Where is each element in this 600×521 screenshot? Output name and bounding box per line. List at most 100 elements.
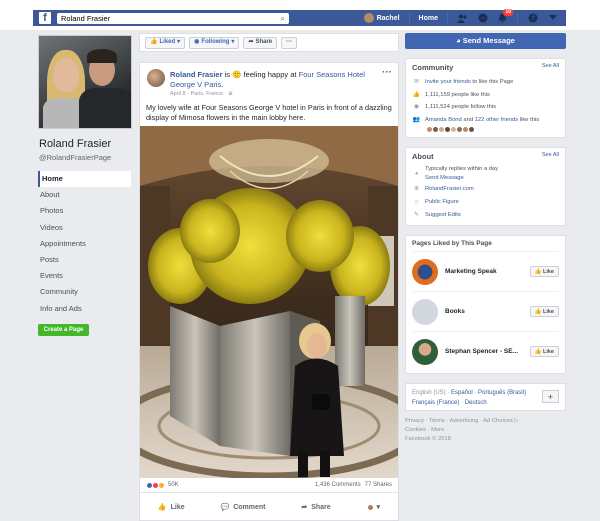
about-send-message[interactable]: Send Message	[425, 175, 464, 181]
globe-icon: ⊕	[228, 91, 233, 97]
facebook-logo[interactable]: f	[39, 12, 51, 24]
more-button[interactable]: ···	[281, 36, 298, 49]
language-link[interactable]: Español	[451, 390, 473, 396]
nav-info-ads[interactable]: Info and Ads	[38, 301, 133, 317]
send-message-label: Send Message	[462, 36, 515, 45]
messenger-icon[interactable]	[477, 13, 488, 24]
reaction-count[interactable]: 50K	[168, 482, 179, 488]
nav-videos[interactable]: Videos	[38, 220, 133, 236]
create-page-button[interactable]: Create a Page	[38, 323, 89, 336]
nav-home[interactable]: Home	[38, 171, 131, 188]
rss-icon: ◉	[194, 39, 200, 45]
page-name[interactable]: Marketing Speak	[445, 268, 530, 275]
footer: Privacy · Terms · Advertising · Ad Choic…	[405, 417, 566, 444]
chevron-down-icon[interactable]	[547, 13, 558, 24]
page-row: Stephan Spencer - SE... 👍 Like	[412, 331, 559, 371]
suggest-edits-link[interactable]: Suggest Edits	[425, 209, 461, 222]
page-name[interactable]: Stephan Spencer - SE...	[445, 348, 530, 355]
page-logo[interactable]	[412, 298, 438, 325]
friend-link[interactable]: Amanda Bond	[425, 114, 462, 127]
add-language-button[interactable]: +	[542, 390, 559, 404]
other-friends-link[interactable]: 122 other friends	[475, 114, 519, 127]
share-label: Share	[311, 503, 331, 511]
search-icon[interactable]: ⌕	[281, 14, 285, 24]
website-link[interactable]: RolandFrasier.com	[425, 183, 474, 196]
page-logo[interactable]	[412, 258, 438, 285]
page-logo[interactable]	[412, 338, 438, 365]
post-photo-image	[140, 126, 398, 478]
likes-count: 1,111,159 people like this	[425, 91, 490, 98]
page-like-button[interactable]: 👍 Like	[529, 306, 559, 318]
like-button[interactable]: 👍 Like	[158, 503, 185, 512]
home-link[interactable]: Home	[419, 15, 438, 22]
liked-button[interactable]: 👍 Liked ▾	[145, 36, 186, 49]
page-name[interactable]: Books	[445, 308, 530, 315]
notifications-icon[interactable]: 10	[497, 8, 513, 24]
invite-row: ✉ Invite your friends to like this Page	[412, 76, 559, 89]
nav-events[interactable]: Events	[38, 268, 133, 284]
friend-requests-icon[interactable]	[457, 13, 468, 24]
nav-divider	[408, 13, 410, 23]
profile-link[interactable]: Rachel	[363, 13, 400, 23]
nav-about[interactable]: About	[38, 187, 133, 203]
following-button[interactable]: ◉ Following ▾	[189, 36, 240, 49]
comment-label: Comment	[233, 503, 266, 511]
nav-posts[interactable]: Posts	[38, 252, 133, 268]
footer-links[interactable]: Privacy · Terms · Advertising · Ad Choic…	[405, 417, 566, 426]
language-link[interactable]: Français (France)	[412, 400, 459, 406]
page-handle[interactable]: @RolandFrasierPage	[39, 153, 133, 162]
share-page-button[interactable]: ➦ Share	[243, 36, 278, 49]
post-title: Roland Frasier is 🙂 feeling happy at Fou…	[170, 70, 365, 89]
language-link[interactable]: Português (Brasil)	[478, 390, 526, 396]
right-column: ◕ Send Message Community See All ✉ Invite …	[405, 33, 566, 444]
follows-count: 1,111,524 people follow this	[425, 104, 497, 111]
left-column: Roland Frasier @RolandFrasierPage Home A…	[38, 35, 133, 336]
category-link[interactable]: Public Figure	[425, 196, 459, 209]
post-options-icon[interactable]: ···	[382, 67, 392, 78]
language-link[interactable]: Deutsch	[465, 400, 487, 406]
page-title: Roland Frasier	[39, 138, 112, 150]
nav-photos[interactable]: Photos	[38, 203, 133, 219]
author-avatar[interactable]	[147, 69, 165, 87]
nav-community[interactable]: Community	[38, 284, 133, 300]
post-is: is	[224, 70, 231, 79]
footer-links[interactable]: Cookies · More ·	[405, 426, 566, 435]
invite-link[interactable]: Invite your friends	[425, 76, 471, 89]
page-action-bar: 👍 Liked ▾ ◉ Following ▾ ➦ Share ···	[139, 33, 399, 52]
avatar	[363, 13, 374, 23]
liked-label: Liked	[159, 39, 176, 45]
nav-appointments[interactable]: Appointments	[38, 236, 133, 252]
following-label: Following	[201, 39, 230, 45]
comment-count[interactable]: 1,436 Comments	[315, 482, 361, 488]
post-meta: April 8 · Paris, France · ⊕	[170, 91, 233, 97]
send-message-button[interactable]: ◕ Send Message	[405, 33, 566, 49]
reply-time: Typically replies within a day	[425, 166, 499, 173]
share-count[interactable]: 77 Shares	[365, 482, 392, 488]
share-button[interactable]: ➦ Share	[301, 503, 331, 512]
like-label: Like	[170, 503, 185, 511]
comment-button[interactable]: 💬 Comment	[221, 503, 266, 512]
community-see-all[interactable]: See All	[542, 63, 559, 72]
notification-badge: 10	[503, 8, 513, 16]
page-like-label: Like	[542, 309, 554, 316]
post-photo[interactable]	[140, 126, 398, 478]
profile-photo[interactable]	[38, 35, 132, 129]
reaction-picker[interactable]: ▾	[366, 503, 380, 511]
feeling-text: feeling happy at	[243, 70, 297, 79]
thumbs-up-icon: 👍	[534, 349, 542, 356]
post-header: Roland Frasier is 🙂 feeling happy at Fou…	[140, 63, 398, 100]
post-date[interactable]: April 8 · Paris, France ·	[170, 91, 227, 97]
pencil-icon: ✎	[413, 211, 420, 218]
search-input[interactable]	[57, 12, 272, 24]
chevron-down-icon: ▾	[177, 39, 181, 45]
author-link[interactable]: Roland Frasier	[170, 70, 223, 79]
nav-divider	[517, 13, 518, 23]
page-like-button[interactable]: 👍 Like	[529, 266, 559, 278]
thumbs-up-icon: 👍	[534, 269, 542, 276]
nav-divider	[447, 13, 448, 23]
help-icon[interactable]: ?	[527, 13, 538, 24]
page-like-button[interactable]: 👍 Like	[529, 346, 559, 358]
about-see-all[interactable]: See All	[542, 152, 559, 161]
search-box[interactable]: ⌕	[57, 12, 289, 24]
friend-avatars[interactable]	[426, 126, 475, 134]
